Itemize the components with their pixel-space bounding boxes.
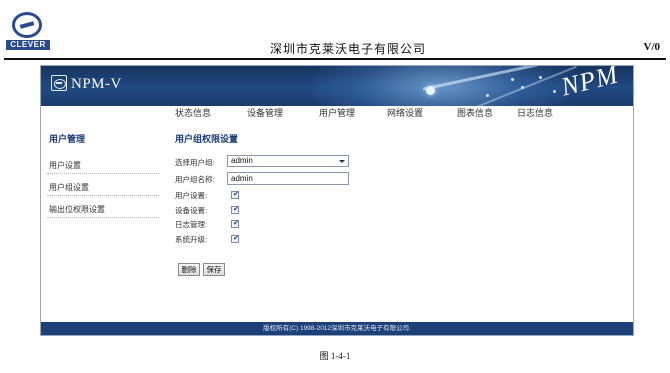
copyright-footer: 版权所有(C) 1998-2012深圳市克莱沃电子有限公司. <box>41 322 633 335</box>
page-title: 用户组权限设置 <box>175 134 239 144</box>
perm-system-upgrade-label: 系统升级: <box>175 235 208 244</box>
figure-caption: 图 1-4-1 <box>319 351 351 361</box>
web-ui-window: NPM-V NPM 状态信息 设备管理 用户管理 网络设置 图表信息 日志信息 … <box>40 65 634 336</box>
plug-icon <box>51 75 67 91</box>
sidebar-divider <box>47 217 159 218</box>
check-icon: ✔ <box>233 235 239 242</box>
clever-logo: CLEVER <box>6 12 50 50</box>
perm-device-settings-label: 设备设置: <box>175 206 208 215</box>
save-button[interactable]: 保存 <box>203 263 225 276</box>
group-select[interactable]: admin <box>227 155 349 167</box>
clever-logo-text: CLEVER <box>6 40 50 50</box>
check-icon: ✔ <box>233 191 239 198</box>
light-orb-icon <box>426 86 435 95</box>
nav-device-management[interactable]: 设备管理 <box>247 106 283 122</box>
perm-system-upgrade-checkbox[interactable]: ✔ <box>231 235 239 243</box>
nav-chart-info[interactable]: 图表信息 <box>457 106 493 122</box>
sidebar-title: 用户管理 <box>49 134 86 144</box>
chevron-down-icon <box>339 160 345 163</box>
sidebar-item-output-permissions[interactable]: 输出位权限设置 <box>49 204 105 215</box>
group-select-label: 选择用户组: <box>175 158 215 167</box>
delete-button[interactable]: 删除 <box>178 263 200 276</box>
perm-user-settings-label: 用户设置: <box>175 191 208 200</box>
group-name-input[interactable]: admin <box>227 172 349 185</box>
sidebar-item-user-settings[interactable]: 用户设置 <box>49 160 81 171</box>
brand-watermark: NPM <box>558 66 622 102</box>
check-icon: ✔ <box>233 220 239 227</box>
top-nav: 状态信息 设备管理 用户管理 网络设置 图表信息 日志信息 <box>41 106 633 122</box>
perm-device-settings-checkbox[interactable]: ✔ <box>231 206 239 214</box>
nav-user-management[interactable]: 用户管理 <box>319 106 355 122</box>
nav-network-settings[interactable]: 网络设置 <box>387 106 423 122</box>
clever-emblem-icon <box>12 12 42 38</box>
product-name: NPM-V <box>71 76 122 92</box>
sidebar-divider <box>47 195 159 196</box>
perm-log-management-checkbox[interactable]: ✔ <box>231 220 239 228</box>
doc-version: V/0 <box>643 41 661 53</box>
group-select-value: admin <box>231 156 253 165</box>
perm-log-management-label: 日志管理: <box>175 220 208 229</box>
nav-log-info[interactable]: 日志信息 <box>517 106 553 122</box>
perm-user-settings-checkbox[interactable]: ✔ <box>231 191 239 199</box>
company-name: 深圳市克莱沃电子有限公司 <box>270 42 427 56</box>
group-name-label: 用户组名称: <box>175 175 215 184</box>
check-icon: ✔ <box>233 206 239 213</box>
sidebar-divider <box>47 173 159 174</box>
sidebar-item-group-settings[interactable]: 用户组设置 <box>49 182 89 193</box>
app-banner: NPM-V NPM <box>41 66 633 106</box>
header-rule <box>4 58 666 60</box>
nav-status-info[interactable]: 状态信息 <box>175 106 211 122</box>
